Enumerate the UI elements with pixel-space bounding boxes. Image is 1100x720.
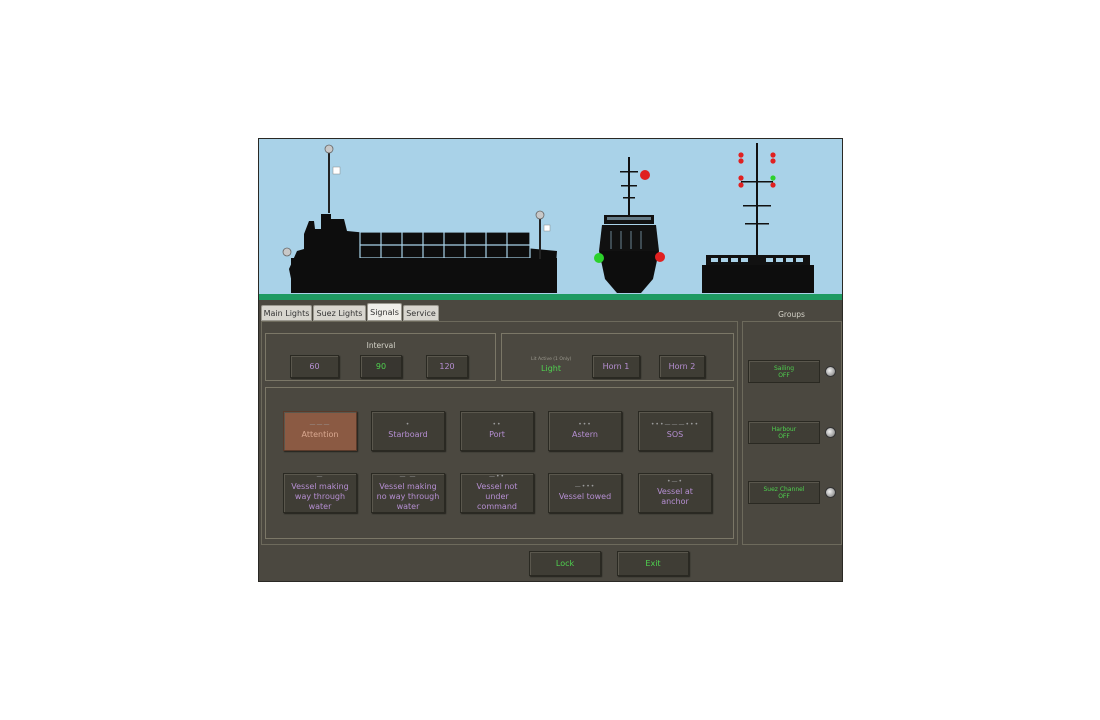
signal-label: SOS	[666, 430, 684, 439]
signal-label: Attention	[301, 430, 339, 439]
signal-pattern-indicator: —••	[488, 473, 506, 480]
signal-pattern-indicator: —	[316, 473, 324, 480]
exit-label: Exit	[645, 558, 661, 568]
exit-button[interactable]: Exit	[617, 551, 689, 576]
signal-pattern-indicator: •••———•••	[650, 421, 700, 428]
signal-starboard-button[interactable]: • Starboard	[371, 411, 445, 451]
suez-channel-group-state: OFF	[778, 492, 790, 500]
horn-1-label: Horn 1	[602, 361, 630, 371]
harbour-group-button[interactable]: Harbour OFF	[748, 421, 820, 444]
signal-label: Vessel making way through water	[291, 482, 349, 511]
light-button[interactable]: Light	[528, 355, 574, 378]
signal-pattern-indicator: •	[405, 421, 411, 428]
suez-channel-group-name: Suez Channel	[763, 485, 805, 493]
harbour-group-state: OFF	[778, 432, 790, 440]
signal-label: Port	[489, 430, 505, 439]
interval-90-button[interactable]: 90	[360, 355, 402, 378]
signal-vessel-towed-button[interactable]: —••• Vessel towed	[548, 473, 622, 513]
waterline-strip	[259, 294, 842, 300]
light-label: Light	[541, 363, 561, 373]
tab-signals[interactable]: Signals	[367, 303, 402, 321]
signal-pattern-indicator: ••	[492, 421, 502, 428]
signal-pattern-indicator: — —	[399, 473, 417, 480]
interval-120-button[interactable]: 120	[426, 355, 468, 378]
tab-service[interactable]: Service	[403, 305, 439, 321]
interval-60-label: 60	[309, 361, 320, 371]
signal-vessel-making-way-through-water-button[interactable]: — Vessel making way through water	[283, 473, 357, 513]
signal-pattern-indicator: ———	[309, 421, 331, 428]
signal-label: Starboard	[388, 430, 428, 439]
lock-label: Lock	[555, 558, 575, 568]
interval-120-label: 120	[439, 361, 455, 371]
lock-button[interactable]: Lock	[529, 551, 601, 576]
signal-label: Vessel at anchor	[657, 487, 693, 506]
signal-sos-button[interactable]: •••———••• SOS	[638, 411, 712, 451]
interval-label: Interval	[366, 341, 396, 350]
sailing-group-state: OFF	[778, 371, 790, 379]
signal-label: Vessel towed	[558, 492, 612, 501]
horn-2-label: Horn 2	[668, 361, 696, 371]
signal-port-button[interactable]: •• Port	[460, 411, 534, 451]
signal-pattern-indicator: •—•	[666, 478, 684, 485]
vessel-silhouette-scene	[259, 139, 842, 299]
horn-2-button[interactable]: Horn 2	[659, 355, 705, 378]
interval-60-button[interactable]: 60	[290, 355, 339, 378]
horn-1-button[interactable]: Horn 1	[592, 355, 640, 378]
signal-pattern-indicator: •••	[578, 421, 592, 428]
signal-patterns-group	[265, 387, 734, 539]
tab-suez-lights[interactable]: Suez Lights	[313, 305, 366, 321]
suez-channel-group-button[interactable]: Suez Channel OFF	[748, 481, 820, 504]
tab-main-lights[interactable]: Main Lights	[261, 305, 312, 321]
signal-attention-button[interactable]: ——— Attention	[283, 411, 357, 451]
sailing-group-name: Sailing	[773, 364, 795, 372]
signal-vessel-not-under-command-button[interactable]: —•• Vessel not under command	[460, 473, 534, 513]
interval-90-label: 90	[375, 361, 387, 371]
signal-label: Astern	[572, 430, 598, 439]
light-signal-control-app: Main Lights Suez Lights Signals Service …	[258, 138, 843, 582]
signal-vessel-making-no-way-through-water-button[interactable]: — — Vessel making no way through water	[371, 473, 445, 513]
harbour-indicator-lamp	[825, 427, 836, 438]
signal-label: Vessel making no way through water	[376, 482, 440, 511]
sailing-indicator-lamp	[825, 366, 836, 377]
suez-channel-indicator-lamp	[825, 487, 836, 498]
harbour-group-name: Harbour	[771, 425, 797, 433]
sailing-group-button[interactable]: Sailing OFF	[748, 360, 820, 383]
signal-label: Vessel not under command	[476, 482, 518, 511]
signal-vessel-at-anchor-button[interactable]: •—• Vessel at anchor	[638, 473, 712, 513]
signal-pattern-indicator: —•••	[574, 483, 596, 490]
groups-title: Groups	[778, 310, 805, 319]
signal-astern-button[interactable]: ••• Astern	[548, 411, 622, 451]
